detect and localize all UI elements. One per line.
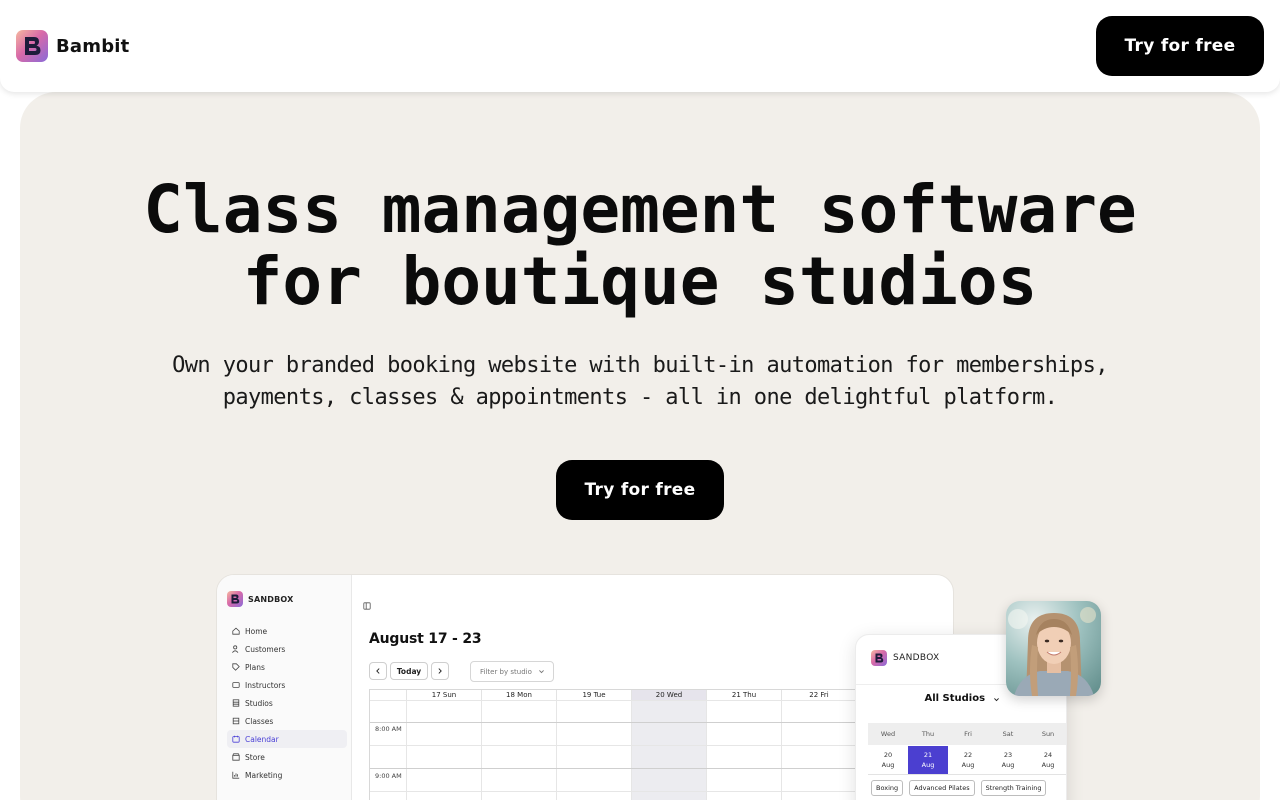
sidebar-item-label: Store: [245, 752, 265, 762]
studio-selector-label: All Studios: [924, 693, 986, 704]
date-day: 22: [963, 751, 973, 759]
calendar-title: August 17 - 23: [369, 631, 482, 647]
sidebar-item-label: Instructors: [245, 680, 286, 690]
day-header: 17 Sun: [406, 690, 481, 700]
weekday-label: Fri: [964, 730, 972, 738]
store-icon: [232, 753, 240, 761]
chevron-left-icon: [375, 667, 381, 676]
date-cell[interactable]: 20 Aug: [868, 746, 908, 774]
hero-title-line-2: for boutique studios: [242, 243, 1038, 320]
filter-by-studio-select[interactable]: Filter by studio: [470, 661, 554, 682]
class-tag-strength-training[interactable]: Strength Training: [980, 780, 1047, 796]
app-sidebar: SANDBOX Home Customers Plans Instructors…: [217, 575, 352, 800]
phone-brand-name: SANDBOX: [893, 653, 940, 663]
building-icon: [232, 699, 240, 707]
hero-title-line-1: Class management software: [143, 171, 1137, 248]
date-cell[interactable]: 24 Aug: [1028, 746, 1066, 774]
filter-placeholder: Filter by studio: [480, 667, 532, 676]
calendar-icon: [232, 735, 240, 743]
id-card-icon: [232, 681, 240, 689]
sidebar-item-home[interactable]: Home: [227, 622, 347, 640]
sidebar-item-label: Plans: [245, 662, 265, 672]
date-day: 20: [883, 751, 893, 759]
brand-name: Bambit: [56, 35, 130, 57]
sidebar-item-store[interactable]: Store: [227, 748, 347, 766]
class-filter-tags: Boxing Advanced Pilates Strength Trainin…: [871, 780, 1047, 796]
app-preview-window: SANDBOX Home Customers Plans Instructors…: [216, 574, 954, 800]
weekday-label: Wed: [880, 730, 896, 738]
date-month: Aug: [1001, 761, 1015, 769]
users-icon: [232, 645, 240, 653]
weekday-label: Sat: [1002, 730, 1014, 738]
sidebar-item-label: Studios: [245, 698, 273, 708]
sidebar-item-studios[interactable]: Studios: [227, 694, 347, 712]
day-header: 21 Thu: [706, 690, 781, 700]
sidebar-item-instructors[interactable]: Instructors: [227, 676, 347, 694]
sandbox-logo-icon: [871, 650, 887, 666]
day-header: 19 Tue: [556, 690, 631, 700]
date-cell-selected[interactable]: 21 Aug: [908, 746, 948, 774]
top-navigation: Bambit Try for free: [0, 0, 1280, 92]
hero-title: Class management software for boutique s…: [20, 174, 1260, 318]
day-header: 22 Fri: [781, 690, 856, 700]
hero-subtitle: Own your branded booking website with bu…: [20, 350, 1260, 414]
date-cell[interactable]: 23 Aug: [988, 746, 1028, 774]
date-picker-row: 20 Aug 21 Aug 22 Aug 23 Aug 24 Aug: [868, 746, 1066, 774]
chevron-right-icon: [437, 667, 443, 676]
sidebar-item-label: Customers: [245, 644, 286, 654]
time-label: 8:00 AM: [375, 725, 402, 733]
try-for-free-nav-button[interactable]: Try for free: [1096, 16, 1264, 76]
day-header: 18 Mon: [481, 690, 556, 700]
sidebar-item-label: Classes: [245, 716, 274, 726]
customer-avatar: [1006, 601, 1101, 696]
next-week-button[interactable]: [431, 662, 449, 680]
date-month: Aug: [881, 761, 895, 769]
chart-icon: [232, 771, 240, 779]
app-brand: SANDBOX: [227, 591, 293, 607]
hero-subtitle-line-1: Own your branded booking website with bu…: [172, 353, 1108, 378]
class-tag-boxing[interactable]: Boxing: [871, 780, 904, 796]
time-label: 9:00 AM: [375, 772, 402, 780]
today-button[interactable]: Today: [390, 662, 428, 680]
bambit-logo-icon: [16, 30, 48, 62]
app-brand-name: SANDBOX: [248, 594, 294, 604]
date-cell[interactable]: 22 Aug: [948, 746, 988, 774]
sidebar-item-customers[interactable]: Customers: [227, 640, 347, 658]
calendar-controls: Today: [369, 662, 449, 680]
tag-icon: [232, 663, 240, 671]
layers-icon: [232, 717, 240, 725]
sidebar-item-classes[interactable]: Classes: [227, 712, 347, 730]
date-day: 21: [923, 751, 933, 759]
date-month: Aug: [961, 761, 975, 769]
sidebar-toggle-icon[interactable]: [363, 595, 371, 610]
previous-week-button[interactable]: [369, 662, 387, 680]
weekday-label: Thu: [921, 730, 935, 738]
home-icon: [232, 627, 240, 635]
brand-link[interactable]: Bambit: [16, 30, 129, 62]
sidebar-item-marketing[interactable]: Marketing: [227, 766, 347, 784]
chevron-down-icon: [538, 668, 545, 675]
sidebar-item-label: Home: [245, 626, 268, 636]
divider: [868, 774, 1066, 775]
day-header-today: 20 Wed: [631, 690, 706, 700]
chevron-down-icon: [993, 695, 1000, 702]
app-sidebar-menu: Home Customers Plans Instructors Studios…: [227, 622, 347, 784]
phone-brand: SANDBOX: [871, 650, 940, 666]
sidebar-item-plans[interactable]: Plans: [227, 658, 347, 676]
date-day: 24: [1043, 751, 1053, 759]
weekday-label: Sun: [1041, 730, 1055, 738]
day-header-row: 17 Sun 18 Mon 19 Tue 20 Wed 21 Thu 22 Fr…: [406, 690, 856, 700]
weekday-header: Wed Thu Fri Sat Sun: [868, 723, 1066, 745]
sidebar-item-label: Calendar: [245, 734, 279, 744]
hero-subtitle-line-2: payments, classes & appointments - all i…: [222, 385, 1058, 410]
class-tag-advanced-pilates[interactable]: Advanced Pilates: [909, 780, 975, 796]
sidebar-item-calendar[interactable]: Calendar: [227, 730, 347, 748]
try-for-free-hero-button[interactable]: Try for free: [556, 460, 724, 520]
date-day: 23: [1003, 751, 1013, 759]
sidebar-item-label: Marketing: [245, 770, 283, 780]
date-month: Aug: [921, 761, 935, 769]
date-month: Aug: [1041, 761, 1055, 769]
sandbox-logo-icon: [227, 591, 243, 607]
